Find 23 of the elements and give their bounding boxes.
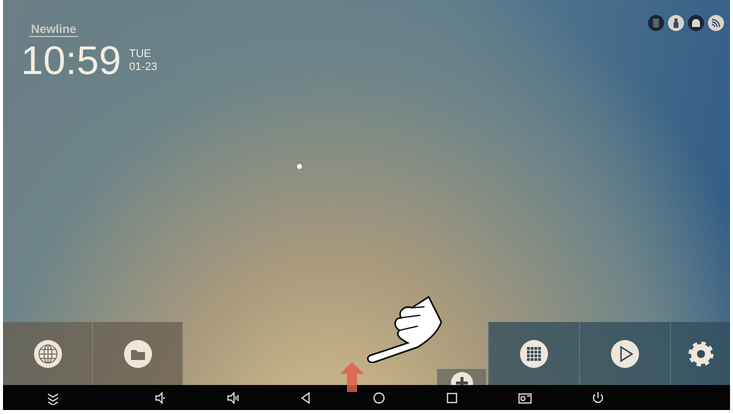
folder-icon: [124, 340, 152, 368]
up-arrow-icon: [340, 362, 364, 392]
play-store-tile[interactable]: [579, 322, 670, 385]
settings-icon: [686, 340, 714, 368]
clock-day: TUE: [129, 48, 158, 61]
clock-date: 01-23: [129, 61, 158, 74]
brand-logo: Newline: [29, 22, 78, 37]
camera-icon: [518, 390, 532, 404]
settings-tile[interactable]: [670, 322, 730, 385]
files-tile[interactable]: [93, 322, 183, 385]
browser-tile[interactable]: [3, 322, 93, 385]
globe-icon: [34, 340, 62, 368]
speaker-icon: [153, 390, 167, 404]
square-icon: [445, 390, 459, 404]
grid-icon: [520, 340, 548, 368]
power-icon: [591, 390, 605, 404]
clock-time: 10:59: [21, 39, 122, 83]
home-icon: [372, 390, 386, 404]
speaker-loud-icon: [226, 390, 240, 404]
chevrons-down-icon: [46, 390, 60, 404]
play-icon: [611, 340, 639, 368]
apps-tile[interactable]: [488, 322, 579, 385]
touch-point-marker: [297, 164, 302, 169]
